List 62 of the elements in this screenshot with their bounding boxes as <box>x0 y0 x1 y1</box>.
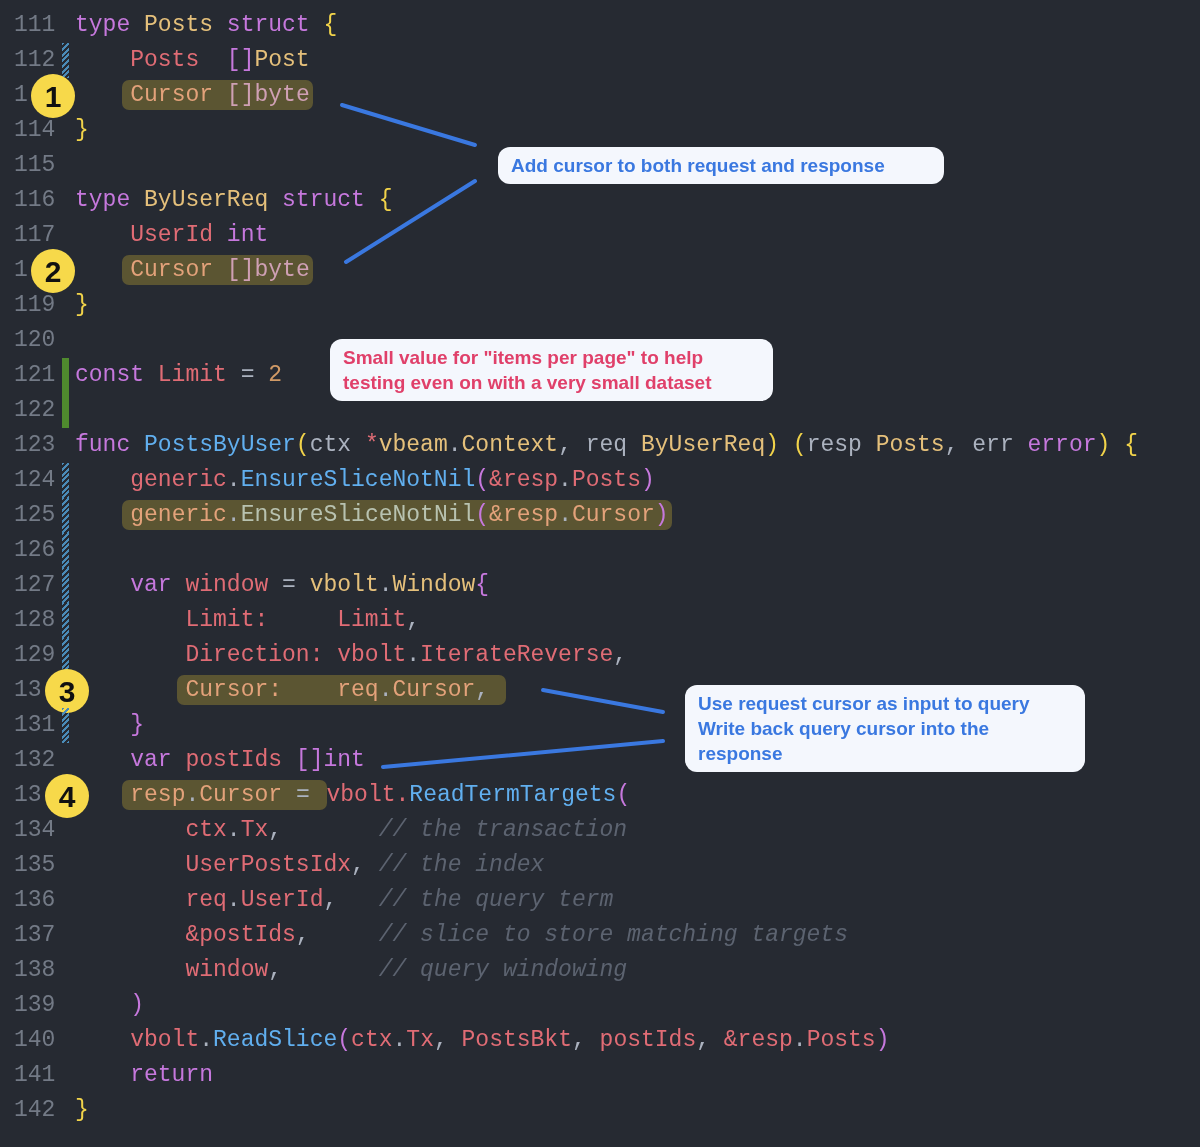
code-line: } <box>129 711 145 741</box>
line-number: 129 <box>14 641 56 671</box>
code-line: generic.EnsureSliceNotNil(&resp.Posts) <box>129 466 656 496</box>
code-line: req.UserId, // the query term <box>184 886 615 916</box>
number-badge: 4 <box>45 774 89 818</box>
line-number: 13 <box>14 781 42 811</box>
line-number: 138 <box>14 956 56 986</box>
line-number: 111 <box>14 11 56 41</box>
number-badge: 1 <box>31 74 75 118</box>
code-line: } <box>74 116 90 146</box>
code-line: UserId int <box>129 221 270 251</box>
number-badge: 2 <box>31 249 75 293</box>
line-number: 134 <box>14 816 56 846</box>
code-line: ctx.Tx, // the transaction <box>184 816 629 846</box>
callout: Use request cursor as input to query Write back query cursor into the response <box>685 685 1085 772</box>
line-number: 126 <box>14 536 56 566</box>
code-line: return <box>129 1061 215 1091</box>
line-number: 119 <box>14 291 56 321</box>
code-line: var window = vbolt.Window{ <box>129 571 491 601</box>
line-number: 139 <box>14 991 56 1021</box>
code-line: &postIds, // slice to store matching targets <box>184 921 849 951</box>
line-number: 137 <box>14 921 56 951</box>
code-line: Direction: vbolt.IterateReverse, <box>184 641 629 671</box>
line-number: 117 <box>14 221 56 251</box>
code-line: } <box>74 1096 90 1126</box>
line-number: 123 <box>14 431 56 461</box>
line-number: 1 <box>14 81 28 111</box>
callout: Add cursor to both request and response <box>498 147 944 184</box>
code-line: ) <box>129 991 145 1021</box>
code-line: var postIds []int <box>129 746 366 776</box>
line-number: 120 <box>14 326 56 356</box>
line-number: 13 <box>14 676 42 706</box>
line-number: 128 <box>14 606 56 636</box>
code-line: func PostsByUser(ctx *vbeam.Context, req ByUserReq) (resp Posts, err error) { <box>74 431 1139 461</box>
line-number: 1 <box>14 256 28 286</box>
code-line: } <box>74 291 90 321</box>
line-number: 115 <box>14 151 56 181</box>
code-line: const Limit = 2 <box>74 361 284 391</box>
line-number: 140 <box>14 1026 56 1056</box>
number-badge: 3 <box>45 669 89 713</box>
line-number: 116 <box>14 186 56 216</box>
line-number: 141 <box>14 1061 56 1091</box>
line-number: 122 <box>14 396 56 426</box>
line-number: 114 <box>14 116 56 146</box>
code-line: Limit: Limit, <box>184 606 422 636</box>
code-line: vbolt.ReadSlice(ctx.Tx, PostsBkt, postIds, &resp.Posts) <box>129 1026 891 1056</box>
callout: Small value for "items per page" to help testing even on with a very small dataset <box>330 339 773 401</box>
line-number: 132 <box>14 746 56 776</box>
code-line: type ByUserReq struct { <box>74 186 394 216</box>
line-number: 142 <box>14 1096 56 1126</box>
line-number: 127 <box>14 571 56 601</box>
code-line: window, // query windowing <box>184 956 629 986</box>
code-line: UserPostsIdx, // the index <box>184 851 546 881</box>
line-number: 125 <box>14 501 56 531</box>
code-line: Posts []Post <box>129 46 311 76</box>
code-line: type Posts struct { <box>74 11 339 41</box>
line-number: 121 <box>14 361 56 391</box>
line-number: 136 <box>14 886 56 916</box>
line-number: 135 <box>14 851 56 881</box>
line-number: 131 <box>14 711 56 741</box>
line-number: 112 <box>14 46 56 76</box>
line-number: 124 <box>14 466 56 496</box>
